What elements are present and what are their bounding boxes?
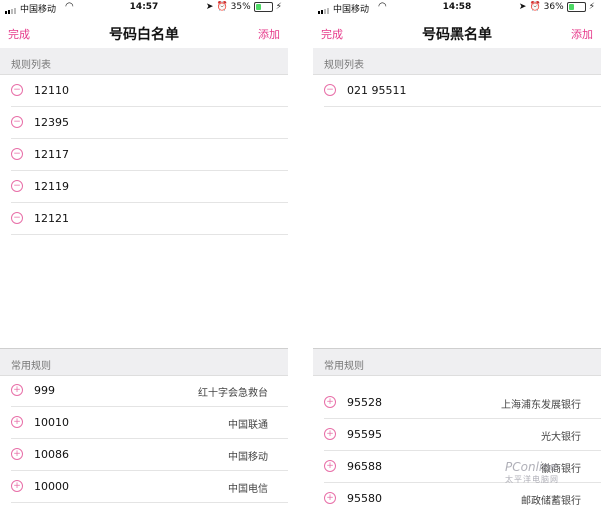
blacklist-screen: 中国移动 ◠ 14:58 ➤ ⏰ 36% ⚡ 完成 号码黑名单 添加 规则列表 … [313,0,601,512]
location-icon: ➤ [205,2,214,12]
common-rule-row[interactable]: +10086 中国移动 [11,439,288,471]
common-rule-name: 上海浦东发展银行 [501,400,581,411]
minus-circle-icon[interactable]: − [11,148,23,160]
common-rules-header: 常用规则 [0,348,288,376]
common-rule-name: 红十字会急救台 [198,388,268,399]
status-bar: 中国移动 ◠ 14:57 ➤ ⏰ 35% ⚡ [0,0,288,15]
common-rule-row[interactable]: +95528 上海浦东发展银行 [324,387,601,419]
plus-circle-icon[interactable]: + [324,396,336,408]
rule-number: 12110 [34,84,69,97]
common-rule-row[interactable]: +10000 中国电信 [11,471,288,503]
common-rule-number: 95595 [347,428,382,441]
common-rule-row[interactable]: +999 红十字会急救台 [11,375,288,407]
common-rule-number: 999 [34,384,55,397]
minus-circle-icon[interactable]: − [324,84,336,96]
rule-number: 12395 [34,116,69,129]
charging-icon: ⚡ [588,2,595,12]
common-rule-name: 光大银行 [541,432,581,443]
location-icon: ➤ [518,2,527,12]
status-bar: 中国移动 ◠ 14:58 ➤ ⏰ 36% ⚡ [313,0,601,15]
page-title: 号码白名单 [109,27,179,43]
rules-list-header: 规则列表 [313,48,601,75]
battery-icon [253,2,273,12]
common-rule-number: 95528 [347,396,382,409]
rule-row[interactable]: −12110 [11,75,288,107]
rules-list: −021 95511 [313,75,601,107]
add-button[interactable]: 添加 [571,26,593,42]
rule-row[interactable]: −021 95511 [324,75,601,107]
common-rules-list: +999 红十字会急救台 +10010 中国联通 +10086 中国移动 +10000… [0,375,288,503]
watermark-subtitle: 太平洋电脑网 [505,475,559,484]
common-rule-name: 中国电信 [228,484,268,495]
common-rules-header: 常用规则 [313,348,601,376]
nav-bar: 完成 号码白名单 添加 [0,18,288,46]
rules-list-header: 规则列表 [0,48,288,75]
battery-icon [566,2,586,12]
battery-percent: 36% [543,2,564,12]
common-rule-number: 96588 [347,460,382,473]
common-rule-name: 中国移动 [228,452,268,463]
common-rule-row[interactable]: +10010 中国联通 [11,407,288,439]
rule-row[interactable]: −12121 [11,203,288,235]
rule-row[interactable]: −12119 [11,171,288,203]
add-button[interactable]: 添加 [258,26,280,42]
alarm-icon: ⏰ [216,2,228,12]
charging-icon: ⚡ [275,2,282,12]
common-rule-number: 10086 [34,448,69,461]
rule-row[interactable]: −12395 [11,107,288,139]
common-rule-number: 10010 [34,416,69,429]
plus-circle-icon[interactable]: + [11,416,23,428]
common-rule-number: 95580 [347,492,382,505]
plus-circle-icon[interactable]: + [324,460,336,472]
common-rule-name: 邮政储蓄银行 [521,496,581,507]
rule-number: 12117 [34,148,69,161]
common-rule-name: 中国联通 [228,420,268,431]
whitelist-screen: 中国移动 ◠ 14:57 ➤ ⏰ 35% ⚡ 完成 号码白名单 添加 规则列表 … [0,0,288,512]
common-rule-number: 10000 [34,480,69,493]
rule-number: 12121 [34,212,69,225]
page-title: 号码黑名单 [422,27,492,43]
rules-list: −12110 −12395 −12117 −12119 −12121 [0,75,288,235]
plus-circle-icon[interactable]: + [11,448,23,460]
plus-circle-icon[interactable]: + [324,428,336,440]
minus-circle-icon[interactable]: − [11,116,23,128]
nav-bar: 完成 号码黑名单 添加 [313,18,601,46]
alarm-icon: ⏰ [529,2,541,12]
common-rule-row[interactable]: +95595 光大银行 [324,419,601,451]
minus-circle-icon[interactable]: − [11,212,23,224]
rule-row[interactable]: −12117 [11,139,288,171]
plus-circle-icon[interactable]: + [11,384,23,396]
minus-circle-icon[interactable]: − [11,84,23,96]
common-rules-list: +95528 上海浦东发展银行 +95595 光大银行 +96588 徽商银行 +95… [313,387,601,512]
rule-number: 12119 [34,180,69,193]
battery-percent: 35% [230,2,251,12]
watermark-brand: PConline [505,460,558,474]
minus-circle-icon[interactable]: − [11,180,23,192]
watermark-logo: PConline 太平洋电脑网 [505,460,595,490]
plus-circle-icon[interactable]: + [11,480,23,492]
plus-circle-icon[interactable]: + [324,492,336,504]
rule-number: 021 95511 [347,84,407,97]
